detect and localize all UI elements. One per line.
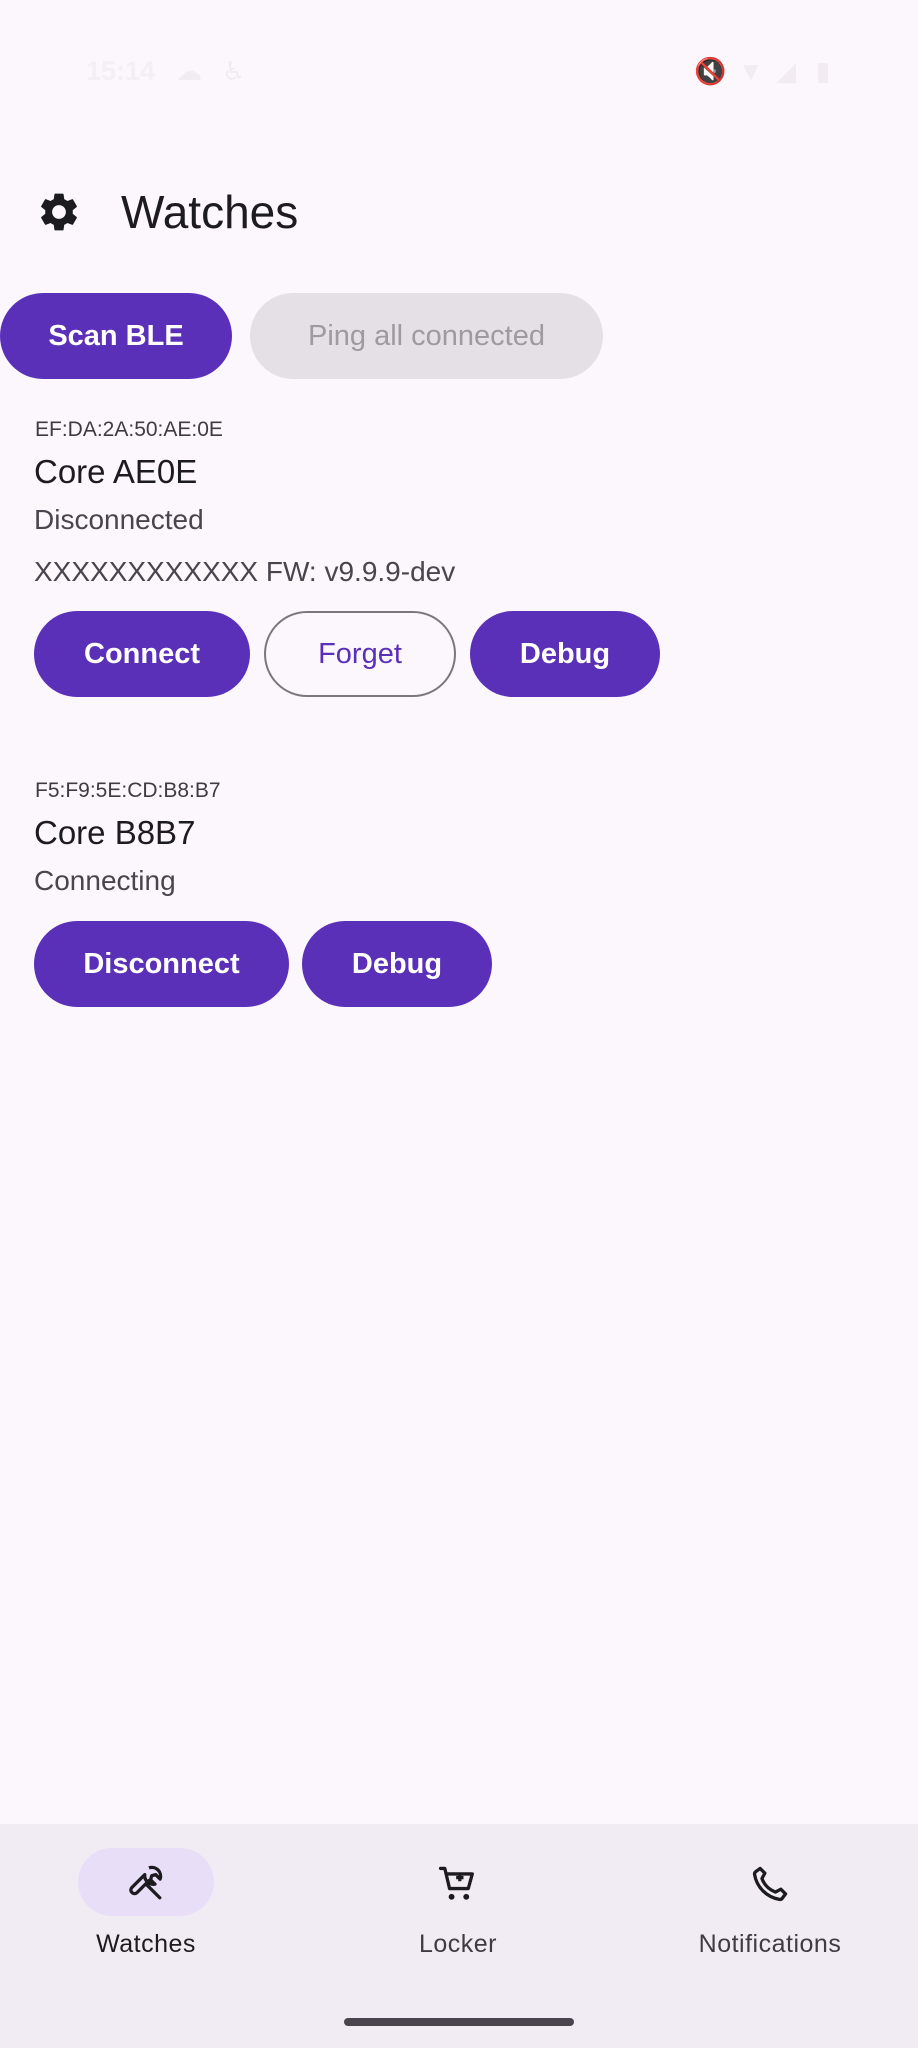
page-title: Watches bbox=[121, 186, 299, 238]
device-firmware: XXXXXXXXXXXX FW: v9.9.9-dev bbox=[34, 556, 456, 587]
disconnect-button[interactable]: Disconnect bbox=[34, 921, 289, 1007]
gear-icon[interactable] bbox=[36, 189, 82, 235]
cart-icon bbox=[438, 1866, 474, 1900]
battery-icon: ▮ bbox=[816, 56, 831, 86]
wifi-icon: ▼ bbox=[738, 56, 764, 86]
wrench-icon bbox=[129, 1865, 163, 1900]
cloud-icon: ☁ bbox=[176, 56, 202, 86]
connect-button[interactable]: Connect bbox=[34, 611, 250, 697]
device-mac-address: F5:F9:5E:CD:B8:B7 bbox=[35, 779, 221, 802]
forget-button[interactable]: Forget bbox=[264, 611, 456, 697]
debug-button[interactable]: Debug bbox=[302, 921, 492, 1007]
scan-ble-button[interactable]: Scan BLE bbox=[0, 293, 232, 379]
debug-button[interactable]: Debug bbox=[470, 611, 660, 697]
device-name: Core B8B7 bbox=[34, 814, 196, 851]
phone-icon bbox=[752, 1866, 788, 1902]
status-time: 15:14 bbox=[86, 56, 156, 86]
nav-item-notifications[interactable]: Notifications bbox=[650, 1848, 890, 1968]
signal-icon: ◢ bbox=[776, 56, 796, 86]
device-mac-address: EF:DA:2A:50:AE:0E bbox=[35, 418, 223, 441]
nav-item-locker[interactable]: Locker bbox=[338, 1848, 578, 1968]
ping-all-connected-button[interactable]: Ping all connected bbox=[250, 293, 603, 379]
device-status: Connecting bbox=[34, 865, 176, 896]
gesture-handle[interactable] bbox=[344, 2018, 574, 2026]
nav-label-locker: Locker bbox=[418, 1930, 498, 1958]
nav-item-watches[interactable]: Watches bbox=[26, 1848, 266, 1968]
device-status: Disconnected bbox=[34, 504, 204, 535]
nav-label-watches: Watches bbox=[96, 1930, 196, 1958]
mute-icon: 🔇 bbox=[694, 56, 727, 86]
nav-label-notifications: Notifications bbox=[698, 1930, 842, 1958]
accessibility-icon: ♿ bbox=[222, 56, 246, 86]
status-bar: 15:14 ☁ ♿ 🔇 ▼ ◢ ▮ bbox=[0, 0, 918, 150]
device-name: Core AE0E bbox=[34, 453, 198, 490]
